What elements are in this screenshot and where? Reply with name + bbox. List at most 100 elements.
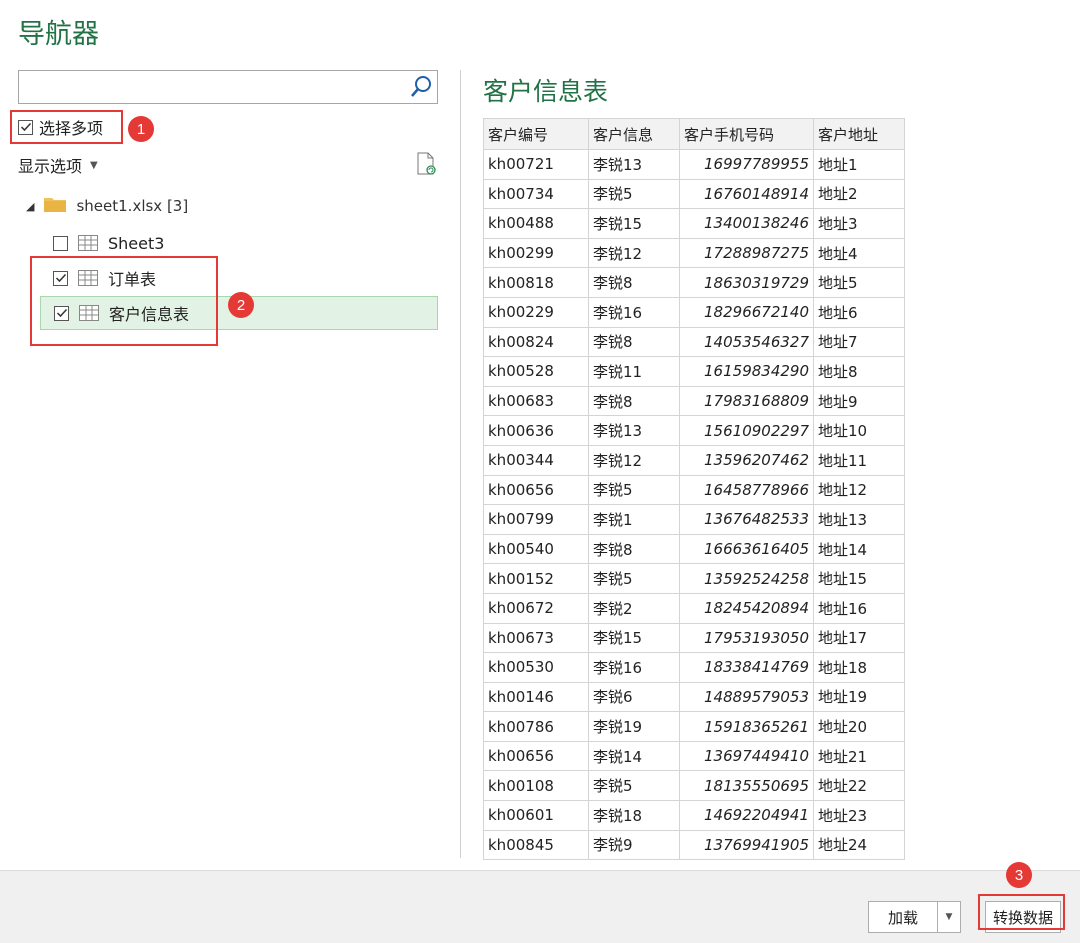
table-header-row: 客户编号 客户信息 客户手机号码 客户地址 (483, 118, 905, 150)
load-button[interactable]: 加载 (868, 901, 938, 933)
table-row: kh00152 李锐5 13592524258 地址15 (483, 563, 905, 594)
table-cell: kh00683 (483, 385, 589, 417)
table-cell: 李锐6 (588, 681, 680, 713)
table-cell: 13697449410 (679, 740, 814, 772)
load-button-label: 加载 (887, 908, 918, 927)
table-cell: 13676482533 (679, 504, 814, 535)
table-row: kh00528 李锐11 16159834290 地址8 (483, 356, 905, 387)
chevron-down-icon: ▼ (945, 912, 953, 922)
table-cell: 地址14 (813, 533, 905, 565)
table-cell: 16458778966 (679, 474, 814, 506)
highlight-box-1 (10, 110, 123, 144)
table-cell: kh00656 (483, 474, 589, 506)
step-badge-3: 3 (1006, 862, 1032, 888)
table-cell: 16997789955 (679, 149, 814, 180)
table-cell: 地址15 (813, 563, 905, 594)
table-cell: 18245420894 (679, 592, 814, 624)
table-cell: kh00673 (483, 622, 589, 654)
table-row: kh00818 李锐8 18630319729 地址5 (483, 267, 905, 298)
table-cell: 李锐1 (588, 504, 680, 535)
file-label: sheet1.xlsx [3] (76, 197, 189, 215)
table-cell: 地址2 (813, 178, 905, 210)
tree-item-label: Sheet3 (108, 233, 165, 253)
table-cell: 地址18 (813, 652, 905, 683)
table-row: kh00656 李锐14 13697449410 地址21 (483, 740, 905, 772)
table-cell: 地址12 (813, 474, 905, 506)
table-cell: 13592524258 (679, 563, 814, 594)
table-row: kh00721 李锐13 16997789955 地址1 (483, 149, 905, 180)
table-cell: 地址5 (813, 267, 905, 298)
expand-triangle-icon[interactable]: ◢ (26, 200, 34, 213)
table-cell: kh00845 (483, 829, 589, 861)
highlight-box-3 (978, 894, 1065, 930)
table-row: kh00786 李锐19 15918365261 地址20 (483, 711, 905, 742)
table-cell: 13769941905 (679, 829, 814, 861)
table-cell: 李锐15 (588, 208, 680, 239)
table-cell: 李锐12 (588, 444, 680, 476)
table-cell: 地址11 (813, 444, 905, 476)
table-cell: 地址17 (813, 622, 905, 654)
table-cell: kh00734 (483, 178, 589, 210)
step-badge-2: 2 (228, 292, 254, 318)
column-header: 客户信息 (588, 118, 680, 150)
table-cell: kh00636 (483, 415, 589, 446)
table-row: kh00299 李锐12 17288987275 地址4 (483, 237, 905, 269)
table-cell: 地址19 (813, 681, 905, 713)
table-row: kh00540 李锐8 16663616405 地址14 (483, 533, 905, 565)
table-cell: 17983168809 (679, 385, 814, 417)
load-dropdown-button[interactable]: ▼ (937, 901, 961, 933)
table-cell: 地址4 (813, 237, 905, 269)
refresh-document-icon[interactable] (416, 152, 436, 176)
table-cell: 16760148914 (679, 178, 814, 210)
table-cell: 地址16 (813, 592, 905, 624)
table-row: kh00673 李锐15 17953193050 地址17 (483, 622, 905, 654)
table-cell: kh00299 (483, 237, 589, 269)
table-cell: 地址21 (813, 740, 905, 772)
pane-divider[interactable] (460, 70, 461, 858)
search-field[interactable] (25, 71, 405, 101)
table-cell: 地址6 (813, 296, 905, 328)
table-cell: kh00530 (483, 652, 589, 683)
table-row: kh00683 李锐8 17983168809 地址9 (483, 385, 905, 417)
table-cell: 地址13 (813, 504, 905, 535)
table-cell: 18135550695 (679, 770, 814, 802)
table-row: kh00146 李锐6 14889579053 地址19 (483, 681, 905, 713)
table-cell: 地址10 (813, 415, 905, 446)
table-cell: 李锐5 (588, 178, 680, 210)
table-cell: 李锐11 (588, 356, 680, 387)
table-cell: 14053546327 (679, 326, 814, 358)
table-cell: 地址22 (813, 770, 905, 802)
table-cell: 16159834290 (679, 356, 814, 387)
display-options-label: 显示选项 (18, 157, 83, 176)
search-input[interactable] (18, 70, 438, 104)
table-cell: 地址3 (813, 208, 905, 239)
checkbox-unchecked-icon[interactable] (53, 235, 68, 251)
table-icon (78, 235, 98, 251)
footer-bar: 加载 ▼ 转换数据 (0, 870, 1080, 943)
table-row: kh00845 李锐9 13769941905 地址24 (483, 829, 905, 861)
table-cell: 地址7 (813, 326, 905, 358)
table-cell: kh00344 (483, 444, 589, 476)
table-cell: 18630319729 (679, 267, 814, 298)
table-cell: 李锐8 (588, 326, 680, 358)
column-header: 客户地址 (813, 118, 905, 150)
display-options-dropdown[interactable]: 显示选项 ▼ (18, 153, 98, 177)
table-cell: kh00824 (483, 326, 589, 358)
table-cell: 李锐8 (588, 533, 680, 565)
table-row: kh00636 李锐13 15610902297 地址10 (483, 415, 905, 446)
search-icon[interactable] (405, 71, 437, 103)
column-header: 客户手机号码 (679, 118, 814, 150)
table-row: kh00530 李锐16 18338414769 地址18 (483, 652, 905, 683)
step-badge-1: 1 (128, 116, 154, 142)
table-row: kh00672 李锐2 18245420894 地址16 (483, 592, 905, 624)
tree-item-sheet3[interactable]: Sheet3 (40, 226, 438, 260)
table-cell: 李锐12 (588, 237, 680, 269)
table-row: kh00344 李锐12 13596207462 地址11 (483, 444, 905, 476)
table-cell: kh00721 (483, 149, 589, 180)
table-cell: 13596207462 (679, 444, 814, 476)
table-cell: 18338414769 (679, 652, 814, 683)
table-cell: 李锐8 (588, 267, 680, 298)
table-row: kh00488 李锐15 13400138246 地址3 (483, 208, 905, 239)
tree-node-file[interactable]: ◢ sheet1.xlsx [3] (26, 196, 188, 216)
table-cell: kh00152 (483, 563, 589, 594)
